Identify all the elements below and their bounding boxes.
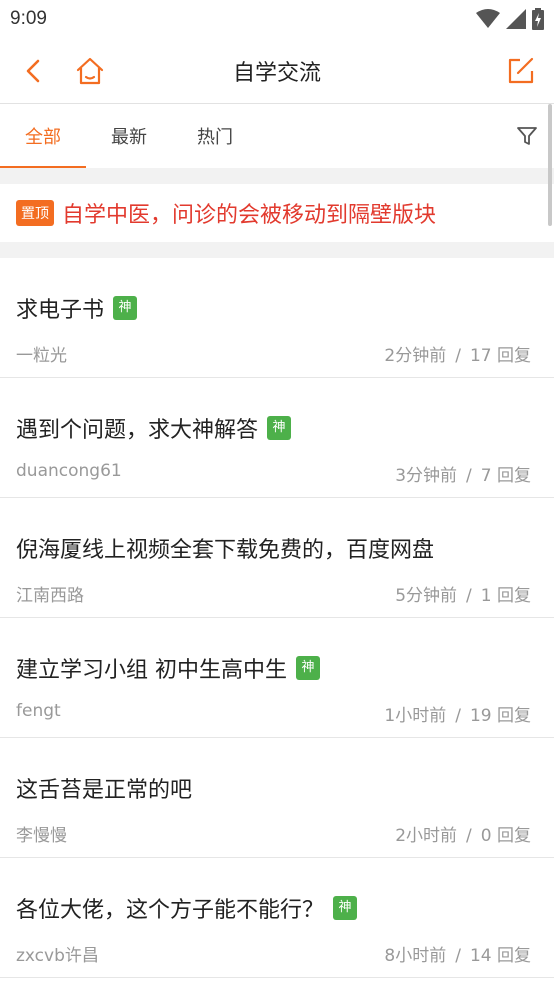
back-arrow-icon[interactable]: [20, 57, 48, 85]
post-replies: 19 回复: [469, 706, 531, 726]
list-item[interactable]: 建立学习小组 初中生高中生 神 fengt 1小时前/19 回复: [0, 618, 554, 738]
home-icon[interactable]: [74, 55, 106, 87]
post-title-text: 各位大佬，这个方子能不能行？: [16, 898, 325, 923]
post-title-text: 遇到个问题，求大神解答: [16, 418, 259, 443]
list-item[interactable]: 各位大佬，这个方子能不能行？ 神 zxcvb许昌 8小时前/14 回复: [0, 858, 554, 978]
pinned-badge: 置顶: [16, 200, 54, 226]
battery-icon: [532, 8, 544, 30]
god-badge: 神: [296, 656, 320, 680]
pinned-text: 自学中医，问诊的会被移动到隔壁版块: [62, 203, 437, 228]
post-meta: 3分钟前/7 回复: [395, 466, 531, 486]
list-item[interactable]: 遇到个问题，求大神解答 神 duancong61 3分钟前/7 回复: [0, 378, 554, 498]
post-author: zxcvb许昌: [16, 946, 99, 966]
compose-icon[interactable]: [506, 55, 536, 85]
post-replies: 14 回复: [469, 946, 531, 966]
post-replies: 1 回复: [480, 586, 531, 606]
status-icons: [476, 8, 544, 30]
filter-icon[interactable]: [516, 125, 538, 147]
post-author: fengt: [16, 701, 61, 721]
tab-latest[interactable]: 最新: [86, 104, 172, 168]
post-title-text: 建立学习小组 初中生高中生: [16, 658, 287, 683]
post-title: 这舌苔是正常的吧: [16, 772, 192, 804]
post-time: 1小时前: [384, 706, 447, 726]
post-meta: 2小时前/0 回复: [395, 826, 531, 846]
list-item[interactable]: 这舌苔是正常的吧 李慢慢 2小时前/0 回复: [0, 738, 554, 858]
post-author: 李慢慢: [16, 826, 67, 846]
tab-bar: 全部 最新 热门: [0, 104, 554, 168]
post-title: 求电子书 神: [16, 292, 138, 324]
god-badge: 神: [333, 896, 358, 920]
post-meta: 8小时前/14 回复: [384, 946, 531, 966]
tab-all[interactable]: 全部: [0, 104, 86, 168]
post-title: 各位大佬，这个方子能不能行？ 神: [16, 892, 358, 924]
post-meta: 5分钟前/1 回复: [395, 586, 531, 606]
scrollbar[interactable]: [548, 104, 552, 226]
post-replies: 0 回复: [480, 826, 531, 846]
post-title: 建立学习小组 初中生高中生 神: [16, 652, 320, 684]
tab-hot[interactable]: 热门: [172, 104, 258, 168]
app-header: 自学交流: [0, 38, 554, 104]
post-title: 倪海厦线上视频全套下载免费的，百度网盘: [16, 532, 434, 564]
post-time: 5分钟前: [395, 586, 458, 606]
list-item[interactable]: 倪海厦线上视频全套下载免费的，百度网盘 江南西路 5分钟前/1 回复: [0, 498, 554, 618]
post-time: 8小时前: [384, 946, 447, 966]
post-title-text: 倪海厦线上视频全套下载免费的，百度网盘: [16, 538, 435, 563]
post-author: 江南西路: [16, 586, 84, 606]
post-title-text: 这舌苔是正常的吧: [16, 778, 193, 803]
post-meta: 1小时前/19 回复: [384, 706, 531, 726]
status-time: 9:09: [10, 8, 47, 29]
signal-icon: [506, 9, 526, 29]
post-replies: 17 回复: [469, 346, 531, 366]
status-bar: 9:09: [0, 0, 554, 38]
wifi-icon: [476, 9, 500, 28]
god-badge: 神: [267, 416, 292, 440]
section-divider: [0, 242, 554, 258]
post-meta: 2分钟前/17 回复: [384, 346, 531, 366]
pinned-post[interactable]: 置顶 自学中医，问诊的会被移动到隔壁版块: [0, 184, 554, 242]
list-item[interactable]: 求电子书 神 一粒光 2分钟前/17 回复: [0, 258, 554, 378]
section-divider: [0, 168, 554, 184]
god-badge: 神: [113, 296, 138, 320]
post-replies: 7 回复: [480, 466, 531, 486]
post-list: 求电子书 神 一粒光 2分钟前/17 回复 遇到个问题，求大神解答 神 duan…: [0, 258, 554, 978]
post-time: 2小时前: [395, 826, 458, 846]
post-time: 2分钟前: [384, 346, 447, 366]
post-title: 遇到个问题，求大神解答 神: [16, 412, 292, 444]
post-title-text: 求电子书: [16, 298, 105, 323]
post-time: 3分钟前: [395, 466, 458, 486]
post-author: duancong61: [16, 461, 122, 481]
post-author: 一粒光: [16, 346, 67, 366]
